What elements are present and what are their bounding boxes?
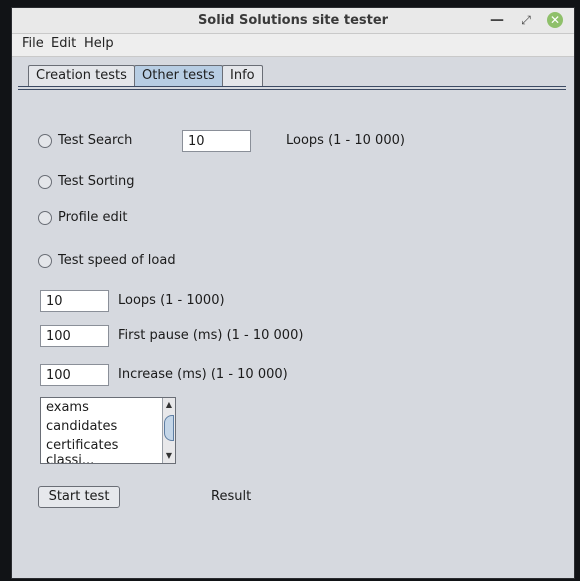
scroll-up-icon[interactable]: ▲: [163, 399, 175, 411]
tab-divider: [18, 86, 566, 87]
close-icon[interactable]: ✕: [547, 12, 563, 28]
speed-loops-input[interactable]: [40, 290, 109, 312]
tab-creation-tests[interactable]: Creation tests: [28, 65, 135, 86]
test-search-radio[interactable]: [38, 134, 52, 148]
test-sorting-label: Test Sorting: [58, 174, 135, 189]
test-speed-label: Test speed of load: [58, 253, 176, 268]
speed-loops-label: Loops (1 - 1000): [118, 293, 225, 308]
menu-file[interactable]: File: [22, 36, 44, 51]
scroll-thumb[interactable]: [164, 415, 174, 441]
page-list[interactable]: exams candidates certificates classi... …: [40, 397, 176, 464]
tab-divider-2: [18, 89, 566, 90]
first-pause-input[interactable]: [40, 325, 109, 347]
first-pause-label: First pause (ms) (1 - 10 000): [118, 328, 304, 343]
menu-help[interactable]: Help: [84, 36, 114, 51]
test-search-label: Test Search: [58, 133, 133, 148]
minimize-icon[interactable]: —: [488, 11, 506, 29]
profile-edit-label: Profile edit: [58, 210, 128, 225]
menu-bar: File Edit Help: [12, 34, 574, 57]
search-loops-input[interactable]: [182, 130, 251, 152]
title-bar: Solid Solutions site tester — ⤢ ✕: [12, 8, 574, 34]
tab-content: Creation tests Other tests Info Test Sea…: [12, 57, 574, 578]
search-loops-hint: Loops (1 - 10 000): [286, 133, 405, 148]
app-window: Solid Solutions site tester — ⤢ ✕ File E…: [12, 8, 574, 578]
increase-label: Increase (ms) (1 - 10 000): [118, 367, 288, 382]
profile-edit-radio[interactable]: [38, 211, 52, 225]
tab-other-tests[interactable]: Other tests: [134, 65, 223, 86]
test-sorting-radio[interactable]: [38, 175, 52, 189]
tab-info[interactable]: Info: [222, 65, 263, 86]
test-speed-radio[interactable]: [38, 254, 52, 268]
restore-icon[interactable]: ⤢: [517, 11, 535, 29]
list-item[interactable]: candidates: [41, 417, 175, 436]
result-label: Result: [211, 489, 252, 504]
start-test-button[interactable]: Start test: [38, 486, 120, 508]
list-item[interactable]: exams: [41, 398, 175, 417]
scroll-down-icon[interactable]: ▼: [163, 450, 175, 462]
list-scrollbar[interactable]: ▲ ▼: [162, 398, 175, 463]
menu-edit[interactable]: Edit: [51, 36, 76, 51]
increase-input[interactable]: [40, 364, 109, 386]
